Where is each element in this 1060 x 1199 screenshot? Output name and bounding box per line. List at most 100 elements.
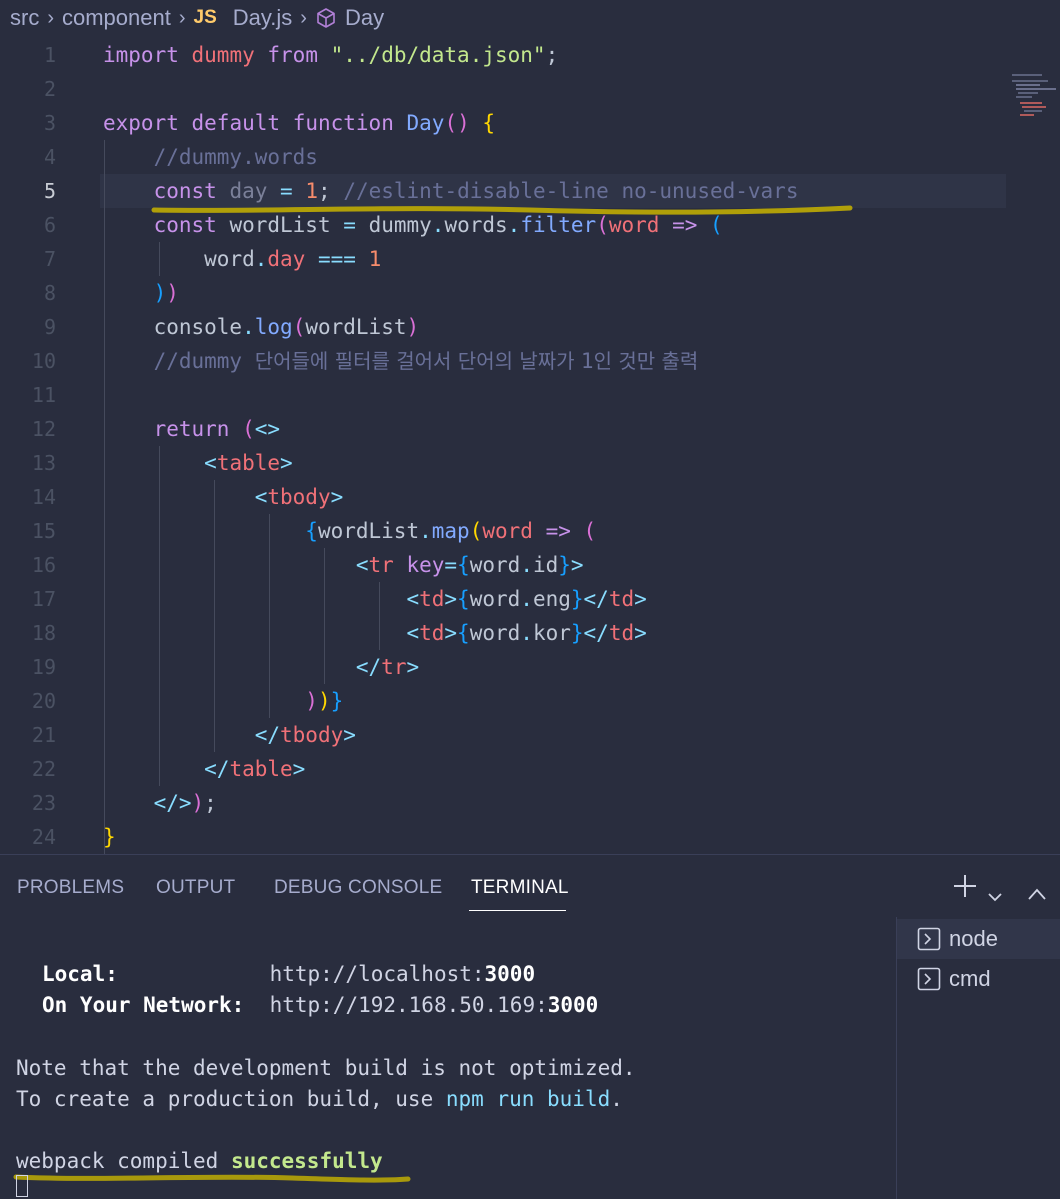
terminal-instance-node[interactable]: node bbox=[897, 919, 1060, 959]
code-line[interactable]: 1 import dummy from "../db/data.json"; bbox=[0, 38, 1060, 72]
tab-problems[interactable]: PROBLEMS bbox=[17, 877, 124, 899]
terminal-instance-list: node cmd bbox=[896, 917, 1060, 1199]
terminal-output[interactable]: Local: http://localhost:3000 On Your Net… bbox=[0, 917, 896, 1199]
code-line[interactable]: 11 bbox=[0, 378, 1060, 412]
code-token: tbody bbox=[267, 485, 331, 509]
code-line[interactable]: 22 </table> bbox=[0, 752, 1060, 786]
terminal-instance-cmd[interactable]: cmd bbox=[897, 959, 1060, 999]
code-token: => bbox=[545, 519, 571, 543]
code-line[interactable]: 5 const day = 1; //eslint-disable-line n… bbox=[0, 174, 1060, 208]
code-token: < bbox=[204, 451, 217, 475]
code-line[interactable]: 21 </tbody> bbox=[0, 718, 1060, 752]
code-token: </ bbox=[583, 587, 609, 611]
code-line[interactable]: 6 const wordList = dummy.words.filter(wo… bbox=[0, 208, 1060, 242]
tab-terminal[interactable]: TERMINAL bbox=[471, 877, 569, 899]
code-token: } bbox=[558, 553, 571, 577]
code-line[interactable]: 7 word.day === 1 bbox=[0, 242, 1060, 276]
code-line[interactable]: 3 export default function Day() { bbox=[0, 106, 1060, 140]
symbol-method-cube-icon bbox=[315, 7, 337, 29]
code-line[interactable]: 9 console.log(wordList) bbox=[0, 310, 1060, 344]
code-token: log bbox=[254, 315, 293, 339]
tab-output[interactable]: OUTPUT bbox=[156, 877, 235, 899]
line-number: 24 bbox=[31, 825, 56, 849]
code-line[interactable]: 8 )) bbox=[0, 276, 1060, 310]
code-token: Day bbox=[406, 111, 445, 135]
code-line[interactable]: 10 //dummy 단어들에 필터를 걸어서 단어의 날짜가 1인 것만 출력 bbox=[0, 344, 1060, 378]
code-line[interactable]: 20 ))} bbox=[0, 684, 1060, 718]
code-token: > bbox=[570, 553, 584, 577]
code-line[interactable]: 19 </tr> bbox=[0, 650, 1060, 684]
code-token: = bbox=[280, 179, 293, 203]
line-number: 16 bbox=[31, 553, 56, 577]
breadcrumb-item-component[interactable]: component bbox=[62, 5, 171, 31]
minimap[interactable] bbox=[1010, 72, 1058, 122]
breadcrumb: src › component › JS Day.js › Day bbox=[0, 0, 1060, 36]
code-token: { bbox=[457, 621, 470, 645]
code-line[interactable]: 16 <tr key={word.id}> bbox=[0, 548, 1060, 582]
maximize-panel-chevron-up-icon[interactable] bbox=[1027, 877, 1047, 908]
code-token: words bbox=[444, 213, 508, 237]
code-line[interactable]: 18 <td>{word.kor}</td> bbox=[0, 616, 1060, 650]
chevron-down-icon[interactable] bbox=[987, 879, 1003, 910]
code-token: = bbox=[444, 553, 458, 577]
code-line[interactable]: 4 //dummy.words bbox=[0, 140, 1060, 174]
code-token: word bbox=[482, 519, 533, 543]
code-line[interactable]: 2 bbox=[0, 72, 1060, 106]
code-token: return bbox=[153, 417, 230, 441]
code-token: default bbox=[191, 111, 281, 135]
line-number: 5 bbox=[43, 179, 56, 203]
code-token: . bbox=[431, 213, 445, 237]
code-line[interactable]: 23 </>); bbox=[0, 786, 1060, 820]
terminal-compiled-line: webpack compiled successfully bbox=[16, 1146, 383, 1177]
code-token: wordList bbox=[305, 315, 407, 339]
code-token: < bbox=[355, 553, 369, 577]
code-line[interactable]: 13 <table> bbox=[0, 446, 1060, 480]
line-number: 23 bbox=[31, 791, 56, 815]
code-token: = bbox=[343, 213, 356, 237]
code-editor[interactable]: 1 import dummy from "../db/data.json"; 2 3 e… bbox=[0, 36, 1060, 854]
code-line[interactable]: 24} bbox=[0, 820, 1060, 854]
code-token: ( bbox=[469, 519, 483, 543]
create-suffix: . bbox=[610, 1087, 623, 1111]
code-text: return (<> bbox=[103, 412, 280, 446]
breadcrumb-item-symbol[interactable]: Day bbox=[345, 5, 384, 31]
code-token: . bbox=[242, 315, 255, 339]
code-token: } bbox=[570, 621, 584, 645]
terminal-note-line: Note that the development build is not o… bbox=[16, 1056, 636, 1080]
code-token: ( bbox=[596, 213, 609, 237]
line-number: 21 bbox=[31, 723, 56, 747]
breadcrumb-item-file[interactable]: Day.js bbox=[233, 5, 293, 31]
code-text: <tr key={word.id}> bbox=[103, 548, 584, 582]
code-line[interactable]: 17 <td>{word.eng}</td> bbox=[0, 582, 1060, 616]
code-text: <table> bbox=[103, 446, 293, 480]
code-token: ( bbox=[242, 417, 255, 441]
code-line[interactable]: 14 <tbody> bbox=[0, 480, 1060, 514]
code-text: const day = 1; //eslint-disable-line no-… bbox=[103, 174, 799, 208]
code-token: const bbox=[153, 213, 217, 237]
code-line[interactable]: 12 return (<> bbox=[0, 412, 1060, 446]
code-token: td bbox=[419, 587, 445, 611]
new-terminal-plus-icon[interactable] bbox=[952, 873, 978, 906]
code-token: word bbox=[469, 621, 521, 645]
tab-debug-console[interactable]: DEBUG CONSOLE bbox=[274, 877, 442, 899]
line-number: 17 bbox=[31, 587, 56, 611]
local-port: 3000 bbox=[484, 962, 536, 986]
code-line[interactable]: 15 {wordList.map(word => ( bbox=[0, 514, 1060, 548]
breadcrumb-item-src[interactable]: src bbox=[10, 5, 39, 31]
